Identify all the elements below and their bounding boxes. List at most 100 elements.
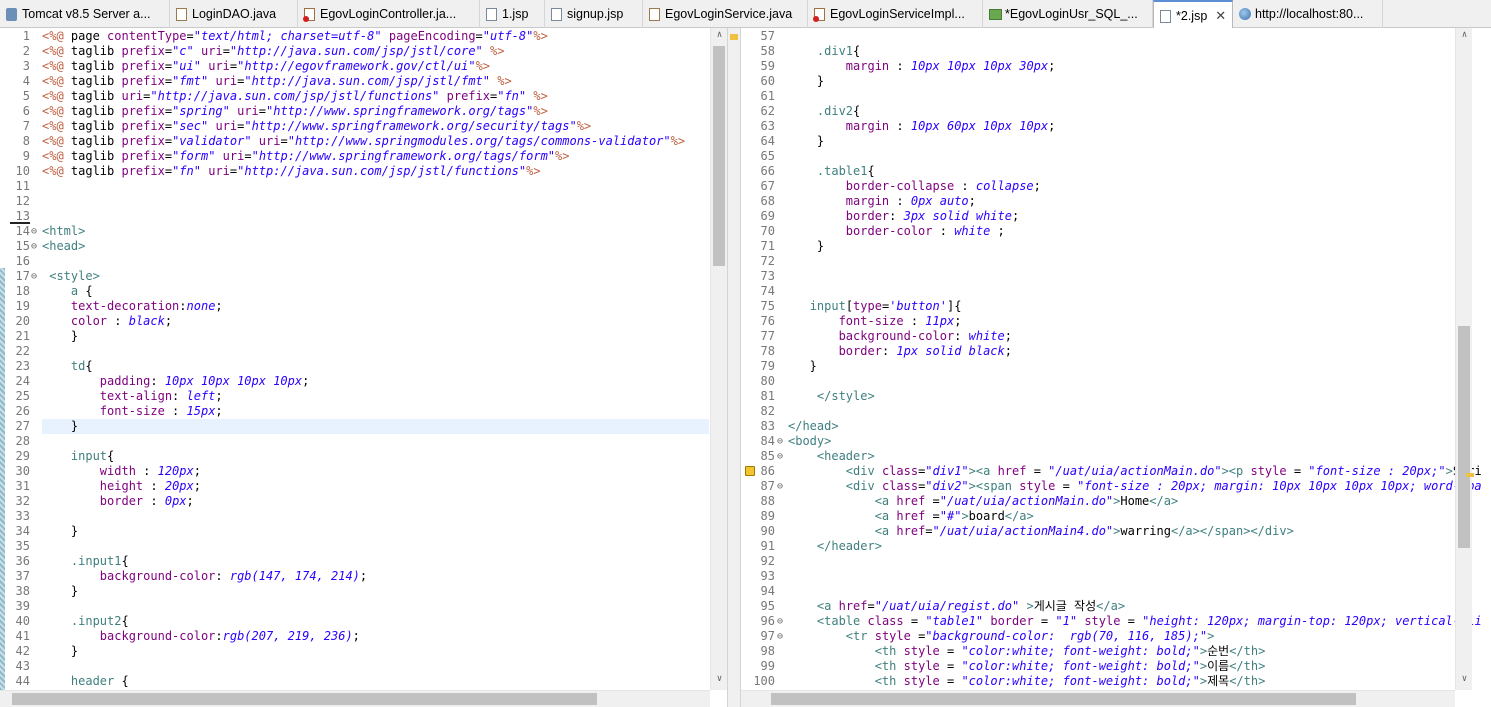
code-line[interactable]: 32 border : 0px; xyxy=(0,494,710,509)
code-text[interactable]: margin : 10px 10px 10px 30px; xyxy=(788,59,1056,74)
code-text[interactable]: text-decoration:none; xyxy=(42,299,223,314)
code-text[interactable]: <%@ page contentType="text/html; charset… xyxy=(42,29,548,44)
code-line[interactable]: 33 xyxy=(0,509,710,524)
tab-7[interactable]: *EgovLoginUsr_SQL_... xyxy=(983,0,1153,28)
code-line[interactable]: 59 margin : 10px 10px 10px 30px; xyxy=(741,59,1451,74)
left-horizontal-scrollbar[interactable] xyxy=(0,690,710,707)
right-horizontal-scrollbar[interactable] xyxy=(741,690,1455,707)
right-editor-pane[interactable]: 57 58 .div1{59 margin : 10px 10px 10px 30… xyxy=(741,28,1491,707)
code-text[interactable]: margin : 0px auto; xyxy=(788,194,976,209)
code-text[interactable]: } xyxy=(42,329,78,344)
code-line[interactable]: 77 background-color: white; xyxy=(741,329,1451,344)
code-text[interactable]: td{ xyxy=(42,359,93,374)
code-text[interactable]: <div class="div2"><span style = "font-si… xyxy=(788,479,1482,494)
code-line[interactable]: 83 </head> xyxy=(741,419,1451,434)
code-line[interactable]: 15 ⊖ <head> xyxy=(0,239,710,254)
code-line[interactable]: 68 margin : 0px auto; xyxy=(741,194,1451,209)
code-line[interactable]: 42 } xyxy=(0,644,710,659)
code-line[interactable]: 78 border: 1px solid black; xyxy=(741,344,1451,359)
code-text[interactable]: <%@ taglib prefix="form" uri="http://www… xyxy=(42,149,569,164)
tab-1[interactable]: LoginDAO.java xyxy=(170,0,298,28)
code-line[interactable]: 23 td{ xyxy=(0,359,710,374)
code-line[interactable]: 14 ⊖ <html> xyxy=(0,224,710,239)
code-text[interactable]: header { xyxy=(42,674,129,689)
code-line[interactable]: 67 border-collapse : collapse; xyxy=(741,179,1451,194)
code-text[interactable]: width : 120px; xyxy=(42,464,201,479)
code-text[interactable]: border : 0px; xyxy=(42,494,194,509)
fold-toggle-icon[interactable]: ⊖ xyxy=(31,269,37,284)
code-line[interactable]: 89 <a href ="#">board</a> xyxy=(741,509,1451,524)
code-text[interactable]: <%@ taglib prefix="ui" uri="http://egovf… xyxy=(42,59,490,74)
code-line[interactable]: 37 background-color: rgb(147, 174, 214); xyxy=(0,569,710,584)
code-line[interactable]: 82 xyxy=(741,404,1451,419)
code-text[interactable]: } xyxy=(42,584,78,599)
code-line[interactable]: 72 xyxy=(741,254,1451,269)
code-text[interactable]: } xyxy=(788,239,824,254)
code-line[interactable]: 79 } xyxy=(741,359,1451,374)
code-text[interactable]: background-color:rgb(207, 219, 236); xyxy=(42,629,360,644)
code-line[interactable]: 87 ⊖ <div class="div2"><span style = "fon… xyxy=(741,479,1482,494)
code-text[interactable]: <th style = "color:white; font-weight: b… xyxy=(788,659,1266,674)
code-text[interactable]: .input2{ xyxy=(42,614,129,629)
right-vertical-scrollbar[interactable]: ∧ ∨ xyxy=(1455,28,1472,690)
code-line[interactable]: 6 <%@ taglib prefix="spring" uri="http://… xyxy=(0,104,710,119)
fold-toggle-icon[interactable]: ⊖ xyxy=(31,239,37,254)
code-line[interactable]: 96 ⊖ <table class = "table1" border = "1"… xyxy=(741,614,1482,629)
code-text[interactable]: font-size : 11px; xyxy=(788,314,962,329)
fold-toggle-icon[interactable]: ⊖ xyxy=(777,479,783,494)
code-text[interactable]: <table class = "table1" border = "1" sty… xyxy=(788,614,1482,629)
code-line[interactable]: 38 } xyxy=(0,584,710,599)
code-text[interactable]: } xyxy=(42,524,78,539)
code-line[interactable]: 73 xyxy=(741,269,1451,284)
tab-2[interactable]: EgovLoginController.ja... xyxy=(298,0,480,28)
code-text[interactable]: <a href="/uat/uia/regist.do" >게시글 작성</a> xyxy=(788,599,1125,614)
code-line[interactable]: 86 <div class="div1"><a href = "/uat/uia… xyxy=(741,464,1482,479)
code-text[interactable]: background-color: white; xyxy=(788,329,1012,344)
code-text[interactable]: </style> xyxy=(788,389,875,404)
code-line[interactable]: 71 } xyxy=(741,239,1451,254)
code-text[interactable]: <div class="div1"><a href = "/uat/uia/ac… xyxy=(788,464,1482,479)
code-text[interactable]: <%@ taglib uri="http://java.sun.com/jsp/… xyxy=(42,89,548,104)
code-line[interactable]: 91 </header> xyxy=(741,539,1451,554)
code-text[interactable]: <th style = "color:white; font-weight: b… xyxy=(788,674,1266,689)
horizontal-scroll-thumb[interactable] xyxy=(771,693,1356,705)
code-line[interactable]: 27 } xyxy=(0,419,710,434)
code-line[interactable]: 66 .table1{ xyxy=(741,164,1451,179)
code-line[interactable]: 81 </style> xyxy=(741,389,1451,404)
code-line[interactable]: 18 a { xyxy=(0,284,710,299)
code-line[interactable]: 84 ⊖ <body> xyxy=(741,434,1451,449)
code-line[interactable]: 24 padding: 10px 10px 10px 10px; xyxy=(0,374,710,389)
tab-0[interactable]: Tomcat v8.5 Server a... xyxy=(0,0,170,28)
code-text[interactable]: <a href ="/uat/uia/actionMain.do">Home</… xyxy=(788,494,1178,509)
code-line[interactable]: 2 <%@ taglib prefix="c" uri="http://java.… xyxy=(0,44,710,59)
fold-toggle-icon[interactable]: ⊖ xyxy=(777,434,783,449)
code-text[interactable]: </head> xyxy=(788,419,839,434)
code-line[interactable]: 93 xyxy=(741,569,1451,584)
code-text[interactable]: border: 3px solid white; xyxy=(788,209,1019,224)
code-text[interactable]: <a href ="#">board</a> xyxy=(788,509,1034,524)
code-text[interactable]: margin : 10px 60px 10px 10px; xyxy=(788,119,1056,134)
code-line[interactable]: 62 .div2{ xyxy=(741,104,1451,119)
code-line[interactable]: 98 <th style = "color:white; font-weight… xyxy=(741,644,1451,659)
code-text[interactable]: .div1{ xyxy=(788,44,860,59)
code-text[interactable]: <tr style ="background-color: rgb(70, 11… xyxy=(788,629,1215,644)
tab-6[interactable]: EgovLoginServiceImpl... xyxy=(808,0,983,28)
tab-3[interactable]: 1.jsp xyxy=(480,0,545,28)
code-line[interactable]: 41 background-color:rgb(207, 219, 236); xyxy=(0,629,710,644)
tab-4[interactable]: signup.jsp xyxy=(545,0,643,28)
code-text[interactable]: height : 20px; xyxy=(42,479,201,494)
code-line[interactable]: 43 xyxy=(0,659,710,674)
code-text[interactable]: <%@ taglib prefix="c" uri="http://java.s… xyxy=(42,44,504,59)
code-line[interactable]: 30 width : 120px; xyxy=(0,464,710,479)
code-line[interactable]: 12 xyxy=(0,194,710,209)
code-line[interactable]: 88 <a href ="/uat/uia/actionMain.do">Hom… xyxy=(741,494,1451,509)
fold-toggle-icon[interactable]: ⊖ xyxy=(777,629,783,644)
code-line[interactable]: 58 .div1{ xyxy=(741,44,1451,59)
code-line[interactable]: 28 xyxy=(0,434,710,449)
code-line[interactable]: 35 xyxy=(0,539,710,554)
left-editor-pane[interactable]: 1 <%@ page contentType="text/html; charse… xyxy=(0,28,727,707)
horizontal-scroll-thumb[interactable] xyxy=(12,693,597,705)
code-line[interactable]: 39 xyxy=(0,599,710,614)
code-line[interactable]: 10 <%@ taglib prefix="fn" uri="http://jav… xyxy=(0,164,710,179)
code-text[interactable]: <body> xyxy=(788,434,831,449)
